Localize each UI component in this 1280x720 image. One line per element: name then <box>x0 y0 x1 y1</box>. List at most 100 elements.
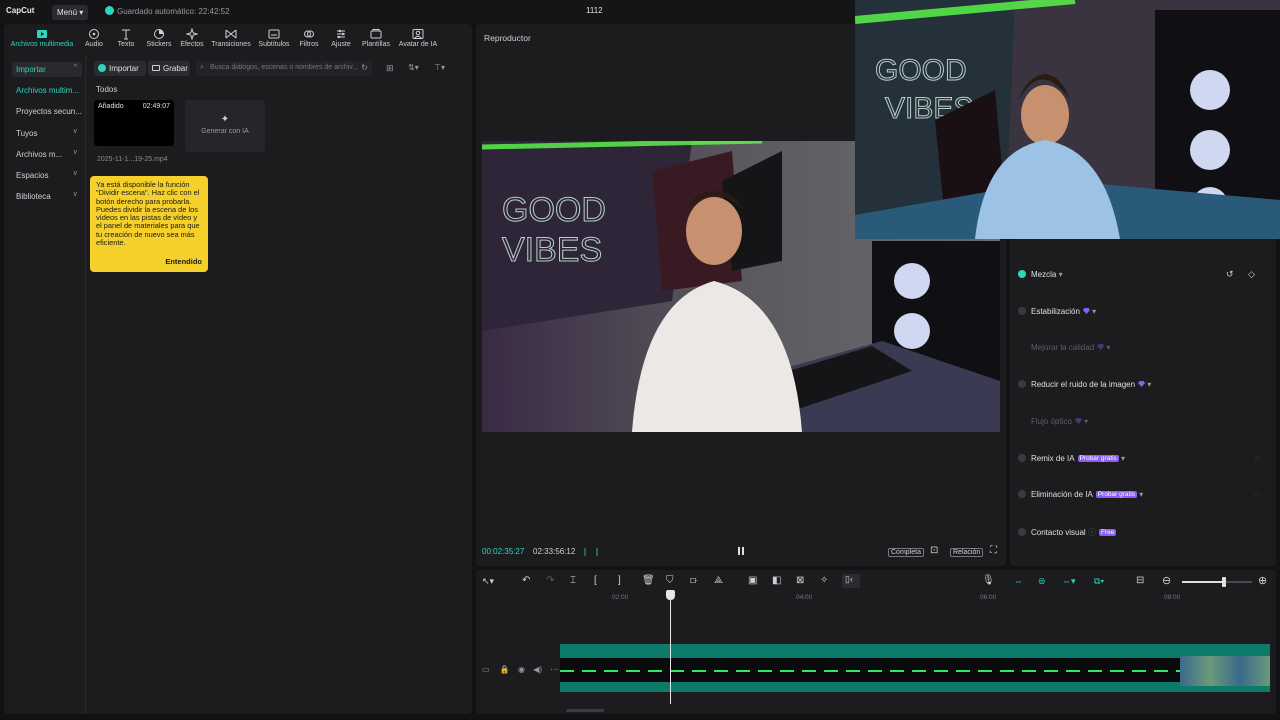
refresh-icon[interactable]: ↻ <box>361 63 368 72</box>
trim-right-icon[interactable]: ] <box>618 575 621 586</box>
select-tool-icon[interactable]: ↖▾ <box>482 576 494 587</box>
aspect-ratio-button[interactable]: Relación <box>950 548 984 557</box>
timeline-scrollbar[interactable] <box>566 709 604 712</box>
zoom-out-icon[interactable]: ⊖ <box>1162 574 1171 587</box>
saved-check-icon <box>105 6 114 15</box>
crop-icon[interactable]: ⟥ <box>690 575 697 586</box>
zoom-slider-knob[interactable] <box>1222 577 1226 587</box>
pause-button[interactable] <box>736 546 746 556</box>
sort-icon[interactable]: ⇅▾ <box>408 63 419 72</box>
redo-icon[interactable]: ↷ <box>546 575 554 586</box>
mirror-icon[interactable]: ◧ <box>772 575 781 586</box>
tab-transitions[interactable]: Transiciones <box>210 28 252 48</box>
more-icon[interactable]: ⋯ <box>550 665 558 674</box>
sidebar-item-import[interactable]: Importar ^ <box>12 62 82 77</box>
audio-waveform <box>560 670 1180 672</box>
delete-icon[interactable]: 🗑 <box>642 575 655 586</box>
ruler-tick: 04:00 <box>796 594 813 601</box>
zoom-in-icon[interactable]: ⊕ <box>1258 574 1267 587</box>
zoom-slider[interactable] <box>1182 577 1252 587</box>
keyframe-icon[interactable]: ◇ <box>1248 269 1255 280</box>
trim-left-icon[interactable]: [ <box>594 575 597 586</box>
checkbox-icon[interactable] <box>1018 307 1026 315</box>
tab-label: Efectos <box>180 41 204 48</box>
full-quality-button[interactable]: Completa <box>888 548 924 557</box>
option-blend[interactable]: Mezcla ▾ <box>1018 270 1063 279</box>
generate-ai-button[interactable]: ✦ Generar con IA <box>185 100 265 152</box>
reset-icon[interactable]: ↺ <box>1226 269 1234 280</box>
sidebar-item-media-files[interactable]: Archivos multim... <box>12 83 82 98</box>
snap-icon[interactable]: ⇔▾ <box>1062 576 1076 587</box>
tab-effects[interactable]: Efectos <box>178 28 206 48</box>
option-ai-removal[interactable]: Eliminación de IA Probar gratis ▾ <box>1018 490 1143 499</box>
playhead[interactable] <box>666 590 676 704</box>
tab-adjust[interactable]: Ajuste <box>328 28 354 48</box>
tab-label: Stickers <box>146 41 172 48</box>
clip-thumbnails <box>1180 656 1270 686</box>
checkbox-icon[interactable] <box>1018 380 1026 388</box>
tab-text[interactable]: Texto <box>114 28 138 48</box>
premium-gem-icon <box>1074 418 1082 424</box>
preview-axis-icon[interactable]: ⧉▾ <box>1094 576 1104 587</box>
sidebar-item-label: Espacios <box>16 171 49 180</box>
speaker-icon[interactable]: ◀) <box>533 665 542 674</box>
filter-all-label[interactable]: Todos <box>96 85 117 94</box>
webcam-image: GOOD VIBES <box>855 0 1280 239</box>
link-track-icon[interactable]: ⇔ <box>1014 576 1023 586</box>
media-clip-thumbnail[interactable]: Añadido 02:49:07 <box>94 100 174 146</box>
playhead-handle[interactable] <box>666 590 676 600</box>
tab-avatar[interactable]: Avatar de IA <box>396 28 440 48</box>
caption-icon[interactable]: ⊟ <box>1136 575 1144 586</box>
screen-icon[interactable]: ▣ <box>748 575 757 586</box>
sidebar-item-library[interactable]: Biblioteca v <box>12 189 82 204</box>
templates-icon <box>370 29 382 39</box>
sidebar-item-spaces[interactable]: Espacios v <box>12 168 82 183</box>
fullscreen-icon[interactable]: ⛶ <box>990 545 997 556</box>
menu-button[interactable]: Menú ▾ <box>52 5 88 20</box>
tab-audio[interactable]: Audio <box>82 28 106 48</box>
current-timecode: 00:02:35:27 <box>482 547 525 556</box>
shield-icon[interactable]: ⛉ <box>666 575 674 586</box>
filter-icon[interactable]: ⊤▾ <box>434 63 445 72</box>
import-button[interactable]: Importar <box>94 61 146 76</box>
sidebar-item-media-archive[interactable]: Archivos m... v <box>12 147 82 162</box>
sidebar-item-yours[interactable]: Tuyos v <box>12 126 82 141</box>
search-input[interactable]: ⌕ Busca diálogos, escenas o nombres de ar… <box>196 61 372 76</box>
split-icon[interactable]: ⌶ <box>570 575 576 586</box>
project-title[interactable]: 1112 <box>586 6 603 15</box>
sidebar-item-label: Biblioteca <box>16 192 51 201</box>
record-button[interactable]: Grabar <box>148 61 190 76</box>
checkbox-icon[interactable] <box>1018 490 1026 498</box>
sidebar-item-label: Proyectos secun... <box>16 107 82 116</box>
track-cover-icon[interactable]: ▭ <box>482 665 490 674</box>
checkbox-icon[interactable] <box>1018 270 1026 278</box>
crop-icon[interactable]: ⊡ <box>930 545 938 556</box>
undo-icon[interactable]: ↶ <box>522 575 530 586</box>
checkbox-icon[interactable] <box>1018 528 1026 536</box>
reframe-icon[interactable]: ⊠ <box>796 575 804 586</box>
video-track-clip[interactable] <box>560 644 1270 692</box>
tooltip-ok-button[interactable]: Entendido <box>165 257 202 266</box>
option-denoise[interactable]: Reducir el ruido de la imagen ▾ <box>1018 380 1151 389</box>
wand-icon[interactable]: ✧ <box>820 575 828 586</box>
magic-icon[interactable]: ⟁ <box>714 575 723 586</box>
option-eye-contact[interactable]: Contacto visual ⓘ Free <box>1018 527 1117 538</box>
tab-stickers[interactable]: Stickers <box>144 28 174 48</box>
sidebar-item-secondary-projects[interactable]: Proyectos secun... <box>12 104 82 119</box>
collapse-icon[interactable]: ▯‹ <box>842 574 860 588</box>
option-stabilization[interactable]: Estabilización ▾ <box>1018 307 1096 316</box>
grid-view-icon[interactable]: ⊞ <box>386 63 394 74</box>
eye-icon[interactable]: ◉ <box>518 665 525 674</box>
microphone-icon[interactable]: 🎙 <box>982 575 995 586</box>
tab-subtitles[interactable]: Subtítulos <box>256 28 292 48</box>
tab-templates[interactable]: Plantillas <box>358 28 394 48</box>
magnet-icon[interactable]: ⊜ <box>1038 576 1046 587</box>
tab-media[interactable]: Archivos multimedia <box>8 28 76 48</box>
sticker-icon <box>154 29 164 39</box>
lock-icon[interactable]: 🔒 <box>500 665 510 674</box>
chevron-up-icon: ^ <box>73 64 77 71</box>
checkbox-icon[interactable] <box>1018 454 1026 462</box>
tab-filters[interactable]: Filtros <box>296 28 322 48</box>
record-label: Grabar <box>163 64 188 73</box>
option-ai-remix[interactable]: Remix de IA Probar gratis ▾ <box>1018 454 1125 463</box>
